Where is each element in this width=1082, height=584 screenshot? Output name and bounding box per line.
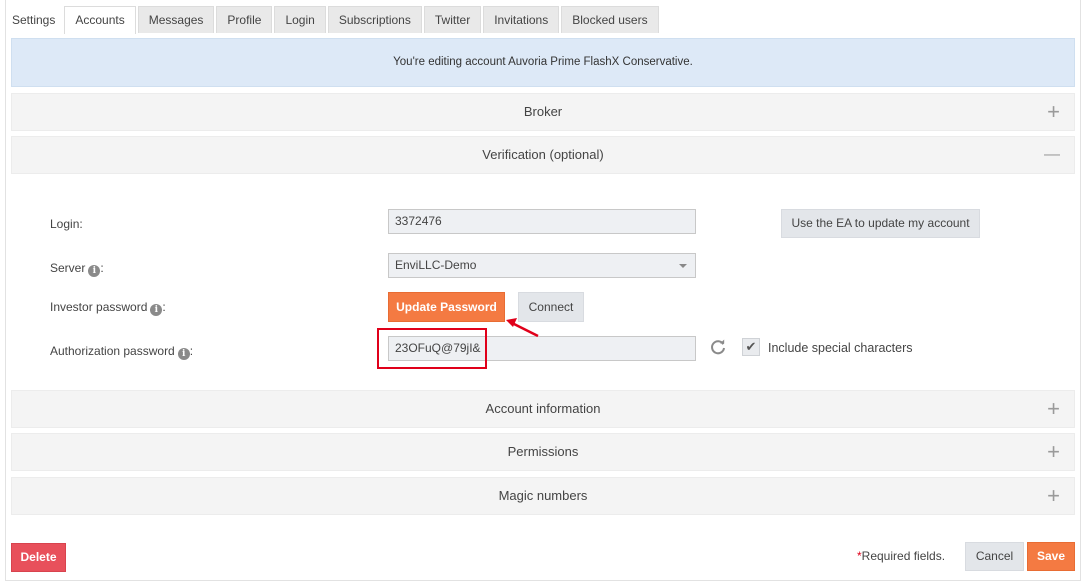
info-icon[interactable]: i — [177, 348, 190, 360]
refresh-icon[interactable] — [709, 338, 727, 356]
tab-twitter[interactable]: Twitter — [423, 6, 482, 33]
server-label: Server — [50, 261, 86, 275]
save-button[interactable]: Save — [1027, 542, 1075, 571]
tab-settings[interactable]: Settings — [5, 6, 62, 33]
tab-login[interactable]: Login — [274, 6, 326, 33]
verification-panel-header[interactable]: Verification (optional) — — [11, 136, 1075, 174]
account-information-panel-header[interactable]: Account information + — [11, 390, 1075, 428]
expand-icon: + — [1047, 396, 1060, 421]
required-text: Required fields. — [861, 549, 946, 563]
connect-button[interactable]: Connect — [518, 292, 584, 322]
tab-bar: Settings Accounts Messages Profile Login… — [5, 6, 661, 34]
tab-blocked-users[interactable]: Blocked users — [561, 6, 659, 33]
permissions-title: Permissions — [507, 444, 579, 459]
editing-banner: You're editing account Auvoria Prime Fla… — [11, 38, 1075, 87]
tab-invitations[interactable]: Invitations — [483, 6, 560, 33]
delete-button[interactable]: Delete — [11, 543, 66, 572]
special-characters-checkbox[interactable]: ✔ — [742, 338, 760, 356]
verification-panel-title: Verification (optional) — [482, 147, 604, 162]
login-input[interactable]: 3372476 — [388, 209, 696, 234]
colon: : — [189, 344, 194, 358]
investor-label-row: Investor password i: — [50, 300, 166, 316]
tab-subscriptions[interactable]: Subscriptions — [327, 6, 422, 33]
tab-accounts[interactable]: Accounts — [64, 6, 136, 34]
cancel-button[interactable]: Cancel — [965, 542, 1024, 571]
magic-numbers-panel-header[interactable]: Magic numbers + — [11, 477, 1075, 515]
tab-profile[interactable]: Profile — [216, 6, 273, 33]
colon: : — [100, 261, 104, 275]
broker-panel-title: Broker — [523, 104, 563, 119]
server-select-value: EnviLLC-Demo — [395, 258, 477, 272]
chevron-down-icon — [679, 264, 687, 268]
server-label-row: Server i: — [50, 261, 104, 277]
permissions-panel-header[interactable]: Permissions + — [11, 433, 1075, 471]
magic-numbers-title: Magic numbers — [498, 488, 588, 503]
expand-icon: + — [1047, 483, 1060, 508]
broker-panel-header[interactable]: Broker + — [11, 93, 1075, 131]
use-ea-button[interactable]: Use the EA to update my account — [781, 209, 980, 238]
special-characters-label: Include special characters — [768, 341, 913, 355]
server-select[interactable]: EnviLLC-Demo — [388, 253, 696, 278]
tab-messages[interactable]: Messages — [137, 6, 215, 33]
required-fields-note: *Required fields. — [857, 549, 945, 563]
info-icon[interactable]: i — [150, 304, 163, 316]
investor-password-label: Investor password — [50, 300, 148, 314]
login-label: Login: — [50, 217, 83, 231]
authorization-password-label: Authorization password — [50, 344, 175, 358]
expand-icon: + — [1047, 439, 1060, 464]
expand-icon: + — [1047, 99, 1060, 124]
update-password-button[interactable]: Update Password — [388, 292, 505, 322]
colon: : — [162, 300, 166, 314]
account-information-title: Account information — [485, 401, 601, 416]
annotation-highlight-box — [377, 328, 487, 369]
info-icon[interactable]: i — [88, 265, 101, 277]
auth-label-row: Authorization password i: — [50, 344, 193, 360]
collapse-icon: — — [1044, 146, 1060, 163]
